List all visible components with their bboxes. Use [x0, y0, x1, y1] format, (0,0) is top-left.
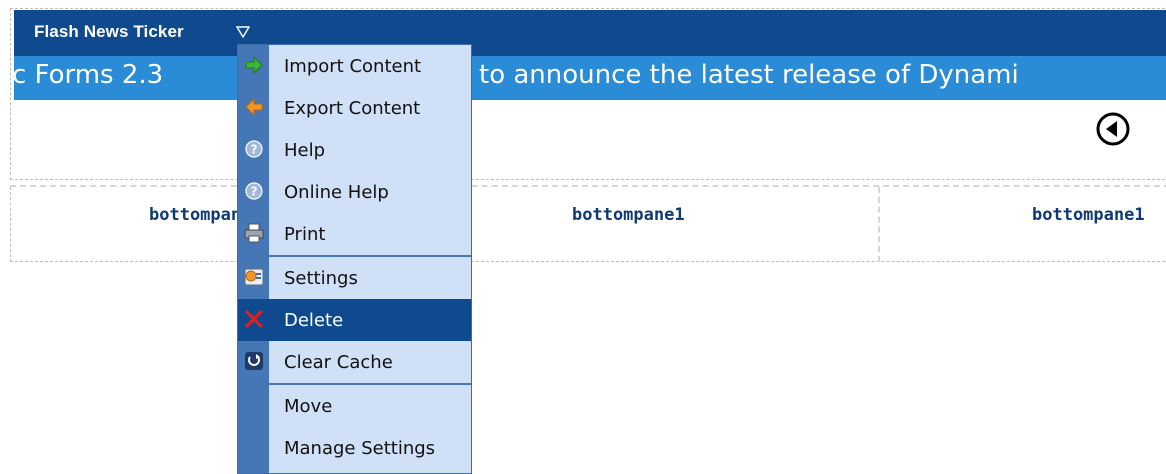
export-arrow-icon	[245, 97, 263, 117]
module-title: Flash News Ticker	[34, 22, 184, 41]
module-header: Flash News Ticker	[14, 10, 1166, 56]
menu-item-label: Online Help	[284, 182, 389, 203]
menu-item-print[interactable]: Print	[238, 213, 471, 255]
bottom-panes: bottompane1 bottompane1 bottompane1	[10, 185, 1166, 262]
menu-item-settings[interactable]: Settings	[238, 257, 471, 299]
import-arrow-icon	[245, 55, 263, 75]
pane-label: bottompane1	[572, 205, 685, 225]
refresh-icon	[245, 352, 263, 370]
menu-item-label: Help	[284, 140, 326, 161]
menu-item-label: Delete	[284, 310, 344, 331]
menu-item-export-content[interactable]: Export Content	[238, 87, 471, 129]
menu-item-manage-settings[interactable]: Manage Settings	[238, 427, 471, 469]
ticker-previous-button[interactable]	[1095, 111, 1131, 147]
menu-item-label: Import Content	[284, 56, 422, 77]
menu-item-label: Manage Settings	[284, 438, 436, 459]
svg-text:?: ?	[251, 185, 258, 199]
ticker-text: c Forms 2.3 to announce the latest relea…	[14, 60, 1019, 90]
pane-label: bottompane1	[1032, 205, 1145, 225]
settings-icon	[244, 268, 264, 286]
menu-item-delete[interactable]: Delete	[238, 299, 471, 341]
bottom-pane: bottompane1	[880, 187, 1166, 262]
menu-item-label: Settings	[284, 268, 358, 289]
menu-item-label: Move	[284, 396, 333, 417]
menu-item-label: Print	[284, 224, 326, 245]
menu-item-label: Clear Cache	[284, 352, 393, 373]
caret-down-icon[interactable]	[236, 26, 250, 38]
bottom-pane: bottompane1	[472, 187, 880, 262]
menu-item-label: Export Content	[284, 98, 421, 119]
menu-item-online-help[interactable]: ? Online Help	[238, 171, 471, 213]
menu-item-clear-cache[interactable]: Clear Cache	[238, 341, 471, 383]
ticker-text-left: c Forms 2.3	[14, 60, 164, 90]
delete-icon	[245, 310, 263, 328]
svg-text:?: ?	[251, 143, 258, 157]
help-icon: ?	[245, 140, 263, 158]
online-help-icon: ?	[245, 182, 263, 200]
ticker-text-right: to announce the latest release of Dynami	[479, 60, 1019, 90]
menu-item-help[interactable]: ? Help	[238, 129, 471, 171]
news-ticker: c Forms 2.3 to announce the latest relea…	[14, 56, 1166, 100]
menu-item-import-content[interactable]: Import Content	[238, 45, 471, 87]
module-actions-menu: Import Content Export Content ? Help ? O…	[237, 44, 472, 474]
menu-item-move[interactable]: Move	[238, 385, 471, 427]
print-icon	[244, 223, 264, 243]
